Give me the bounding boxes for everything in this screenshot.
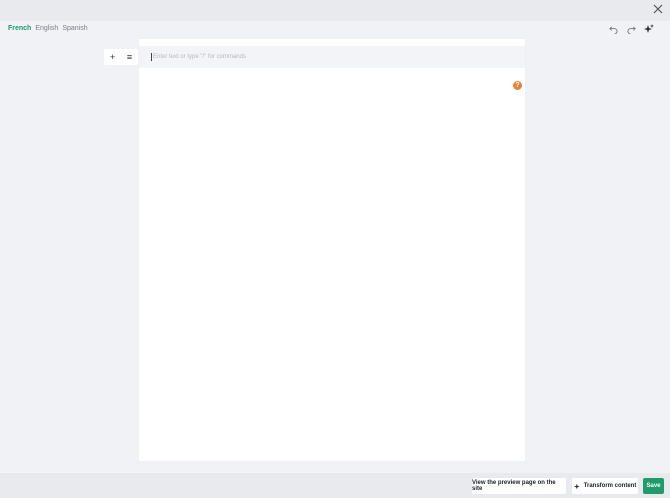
- footer-bar: [0, 473, 670, 498]
- sparkle-icon: [644, 24, 654, 33]
- help-badge[interactable]: ?: [513, 81, 522, 90]
- language-tabs: French English Spanish: [8, 25, 88, 32]
- history-controls: [608, 24, 654, 34]
- view-preview-button[interactable]: View the preview page on the site: [472, 478, 566, 494]
- top-bar: [0, 0, 670, 21]
- drag-handle-icon[interactable]: ≡: [124, 51, 136, 63]
- redo-button[interactable]: [626, 24, 636, 34]
- sparkle-icon: [573, 483, 580, 489]
- transform-content-button[interactable]: Transform content: [572, 478, 638, 494]
- add-block-button[interactable]: +: [107, 51, 119, 63]
- tab-spanish[interactable]: Spanish: [62, 25, 87, 32]
- editor-placeholder[interactable]: Enter text or type "/" for commands: [151, 53, 246, 61]
- close-icon: [653, 4, 663, 14]
- undo-icon: [608, 25, 617, 34]
- block-toolbar: + ≡: [104, 49, 138, 65]
- tab-english[interactable]: English: [35, 25, 58, 32]
- undo-button[interactable]: [608, 24, 618, 34]
- transform-content-label: Transform content: [583, 483, 637, 489]
- close-button[interactable]: [650, 1, 666, 17]
- editor-canvas[interactable]: Enter text or type "/" for commands: [139, 39, 525, 461]
- editor-first-block[interactable]: Enter text or type "/" for commands: [139, 46, 525, 68]
- ai-assist-button[interactable]: [644, 24, 654, 34]
- tab-french[interactable]: French: [8, 25, 31, 32]
- save-button[interactable]: Save: [643, 478, 664, 494]
- redo-icon: [627, 25, 636, 34]
